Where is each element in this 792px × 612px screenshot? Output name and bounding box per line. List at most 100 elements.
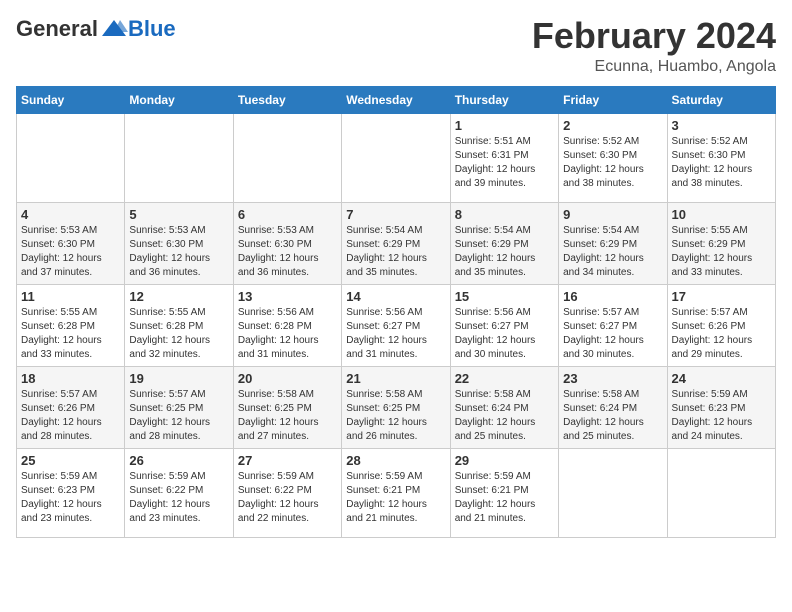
cell-day-number: 23 [563,371,662,386]
cell-day-number: 14 [346,289,445,304]
logo: General Blue [16,16,176,42]
cell-info-text: Sunrise: 5:59 AMSunset: 6:21 PMDaylight:… [455,470,554,526]
cell-day-number: 20 [238,371,337,386]
cell-day-number: 13 [238,289,337,304]
cell-info-text: Sunrise: 5:54 AMSunset: 6:29 PMDaylight:… [563,224,662,280]
calendar-cell: 17 Sunrise: 5:57 AMSunset: 6:26 PMDayligh… [667,284,775,366]
calendar-cell [342,113,450,202]
calendar-cell: 21 Sunrise: 5:58 AMSunset: 6:25 PMDayligh… [342,366,450,448]
location-title: Ecunna, Huambo, Angola [532,58,776,76]
calendar-cell: 14 Sunrise: 5:56 AMSunset: 6:27 PMDayligh… [342,284,450,366]
header-row: Sunday Monday Tuesday Wednesday Thursday… [17,86,776,113]
calendar-cell: 28 Sunrise: 5:59 AMSunset: 6:21 PMDayligh… [342,448,450,537]
cell-info-text: Sunrise: 5:57 AMSunset: 6:26 PMDaylight:… [672,306,771,362]
calendar-cell: 20 Sunrise: 5:58 AMSunset: 6:25 PMDayligh… [233,366,341,448]
cell-info-text: Sunrise: 5:53 AMSunset: 6:30 PMDaylight:… [21,224,120,280]
cell-day-number: 5 [129,207,228,222]
cell-day-number: 21 [346,371,445,386]
calendar-cell: 29 Sunrise: 5:59 AMSunset: 6:21 PMDayligh… [450,448,558,537]
calendar-cell: 19 Sunrise: 5:57 AMSunset: 6:25 PMDayligh… [125,366,233,448]
cell-day-number: 1 [455,118,554,133]
cell-info-text: Sunrise: 5:57 AMSunset: 6:25 PMDaylight:… [129,388,228,444]
cell-info-text: Sunrise: 5:55 AMSunset: 6:28 PMDaylight:… [21,306,120,362]
calendar-cell: 3Sunrise: 5:52 AMSunset: 6:30 PMDaylight… [667,113,775,202]
header: General Blue February 2024 Ecunna, Huamb… [16,16,776,76]
cell-info-text: Sunrise: 5:52 AMSunset: 6:30 PMDaylight:… [672,135,771,191]
logo-icon [100,18,128,40]
cell-day-number: 16 [563,289,662,304]
cell-info-text: Sunrise: 5:54 AMSunset: 6:29 PMDaylight:… [346,224,445,280]
calendar-cell: 5Sunrise: 5:53 AMSunset: 6:30 PMDaylight… [125,202,233,284]
logo-general-text: General [16,16,98,42]
cell-info-text: Sunrise: 5:57 AMSunset: 6:27 PMDaylight:… [563,306,662,362]
cell-info-text: Sunrise: 5:57 AMSunset: 6:26 PMDaylight:… [21,388,120,444]
col-monday: Monday [125,86,233,113]
calendar-cell [17,113,125,202]
cell-info-text: Sunrise: 5:58 AMSunset: 6:25 PMDaylight:… [238,388,337,444]
calendar-cell: 9Sunrise: 5:54 AMSunset: 6:29 PMDaylight… [559,202,667,284]
col-wednesday: Wednesday [342,86,450,113]
cell-day-number: 6 [238,207,337,222]
calendar-cell: 11 Sunrise: 5:55 AMSunset: 6:28 PMDayligh… [17,284,125,366]
col-tuesday: Tuesday [233,86,341,113]
cell-info-text: Sunrise: 5:58 AMSunset: 6:24 PMDaylight:… [455,388,554,444]
calendar-cell [559,448,667,537]
col-saturday: Saturday [667,86,775,113]
cell-day-number: 29 [455,453,554,468]
cell-info-text: Sunrise: 5:54 AMSunset: 6:29 PMDaylight:… [455,224,554,280]
cell-day-number: 26 [129,453,228,468]
cell-day-number: 27 [238,453,337,468]
cell-info-text: Sunrise: 5:59 AMSunset: 6:21 PMDaylight:… [346,470,445,526]
calendar-cell: 12Sunrise: 5:55 AMSunset: 6:28 PMDayligh… [125,284,233,366]
cell-info-text: Sunrise: 5:55 AMSunset: 6:29 PMDaylight:… [672,224,771,280]
logo-blue-text: Blue [128,16,176,42]
cell-day-number: 28 [346,453,445,468]
cell-day-number: 12 [129,289,228,304]
cell-info-text: Sunrise: 5:59 AMSunset: 6:22 PMDaylight:… [129,470,228,526]
calendar-cell: 24 Sunrise: 5:59 AMSunset: 6:23 PMDayligh… [667,366,775,448]
calendar-cell: 27 Sunrise: 5:59 AMSunset: 6:22 PMDayligh… [233,448,341,537]
calendar-cell: 22 Sunrise: 5:58 AMSunset: 6:24 PMDayligh… [450,366,558,448]
col-friday: Friday [559,86,667,113]
cell-day-number: 25 [21,453,120,468]
cell-info-text: Sunrise: 5:58 AMSunset: 6:25 PMDaylight:… [346,388,445,444]
cell-info-text: Sunrise: 5:52 AMSunset: 6:30 PMDaylight:… [563,135,662,191]
cell-day-number: 22 [455,371,554,386]
cell-info-text: Sunrise: 5:53 AMSunset: 6:30 PMDaylight:… [238,224,337,280]
calendar-cell: 18Sunrise: 5:57 AMSunset: 6:26 PMDayligh… [17,366,125,448]
calendar-cell [667,448,775,537]
calendar-week-3: 18Sunrise: 5:57 AMSunset: 6:26 PMDayligh… [17,366,776,448]
month-title: February 2024 [532,16,776,56]
calendar-cell [125,113,233,202]
cell-day-number: 8 [455,207,554,222]
calendar-cell: 1 Sunrise: 5:51 AMSunset: 6:31 PMDaylight… [450,113,558,202]
col-thursday: Thursday [450,86,558,113]
calendar-cell: 15Sunrise: 5:56 AMSunset: 6:27 PMDayligh… [450,284,558,366]
col-sunday: Sunday [17,86,125,113]
cell-day-number: 10 [672,207,771,222]
cell-day-number: 17 [672,289,771,304]
cell-day-number: 24 [672,371,771,386]
title-area: February 2024 Ecunna, Huambo, Angola [532,16,776,76]
calendar-week-4: 25Sunrise: 5:59 AMSunset: 6:23 PMDayligh… [17,448,776,537]
cell-day-number: 7 [346,207,445,222]
cell-info-text: Sunrise: 5:59 AMSunset: 6:23 PMDaylight:… [672,388,771,444]
calendar-week-2: 11 Sunrise: 5:55 AMSunset: 6:28 PMDayligh… [17,284,776,366]
cell-day-number: 2 [563,118,662,133]
cell-info-text: Sunrise: 5:51 AMSunset: 6:31 PMDaylight:… [455,135,554,191]
cell-day-number: 19 [129,371,228,386]
cell-info-text: Sunrise: 5:56 AMSunset: 6:28 PMDaylight:… [238,306,337,362]
cell-info-text: Sunrise: 5:59 AMSunset: 6:22 PMDaylight:… [238,470,337,526]
calendar-cell: 6 Sunrise: 5:53 AMSunset: 6:30 PMDaylight… [233,202,341,284]
calendar-cell: 7 Sunrise: 5:54 AMSunset: 6:29 PMDaylight… [342,202,450,284]
calendar-cell: 26 Sunrise: 5:59 AMSunset: 6:22 PMDayligh… [125,448,233,537]
calendar-cell: 13 Sunrise: 5:56 AMSunset: 6:28 PMDayligh… [233,284,341,366]
calendar-cell: 16 Sunrise: 5:57 AMSunset: 6:27 PMDayligh… [559,284,667,366]
cell-day-number: 11 [21,289,120,304]
cell-info-text: Sunrise: 5:56 AMSunset: 6:27 PMDaylight:… [346,306,445,362]
calendar-cell: 23Sunrise: 5:58 AMSunset: 6:24 PMDayligh… [559,366,667,448]
cell-info-text: Sunrise: 5:56 AMSunset: 6:27 PMDaylight:… [455,306,554,362]
calendar-cell: 10 Sunrise: 5:55 AMSunset: 6:29 PMDayligh… [667,202,775,284]
calendar-cell: 25Sunrise: 5:59 AMSunset: 6:23 PMDayligh… [17,448,125,537]
calendar-cell: 2 Sunrise: 5:52 AMSunset: 6:30 PMDaylight… [559,113,667,202]
